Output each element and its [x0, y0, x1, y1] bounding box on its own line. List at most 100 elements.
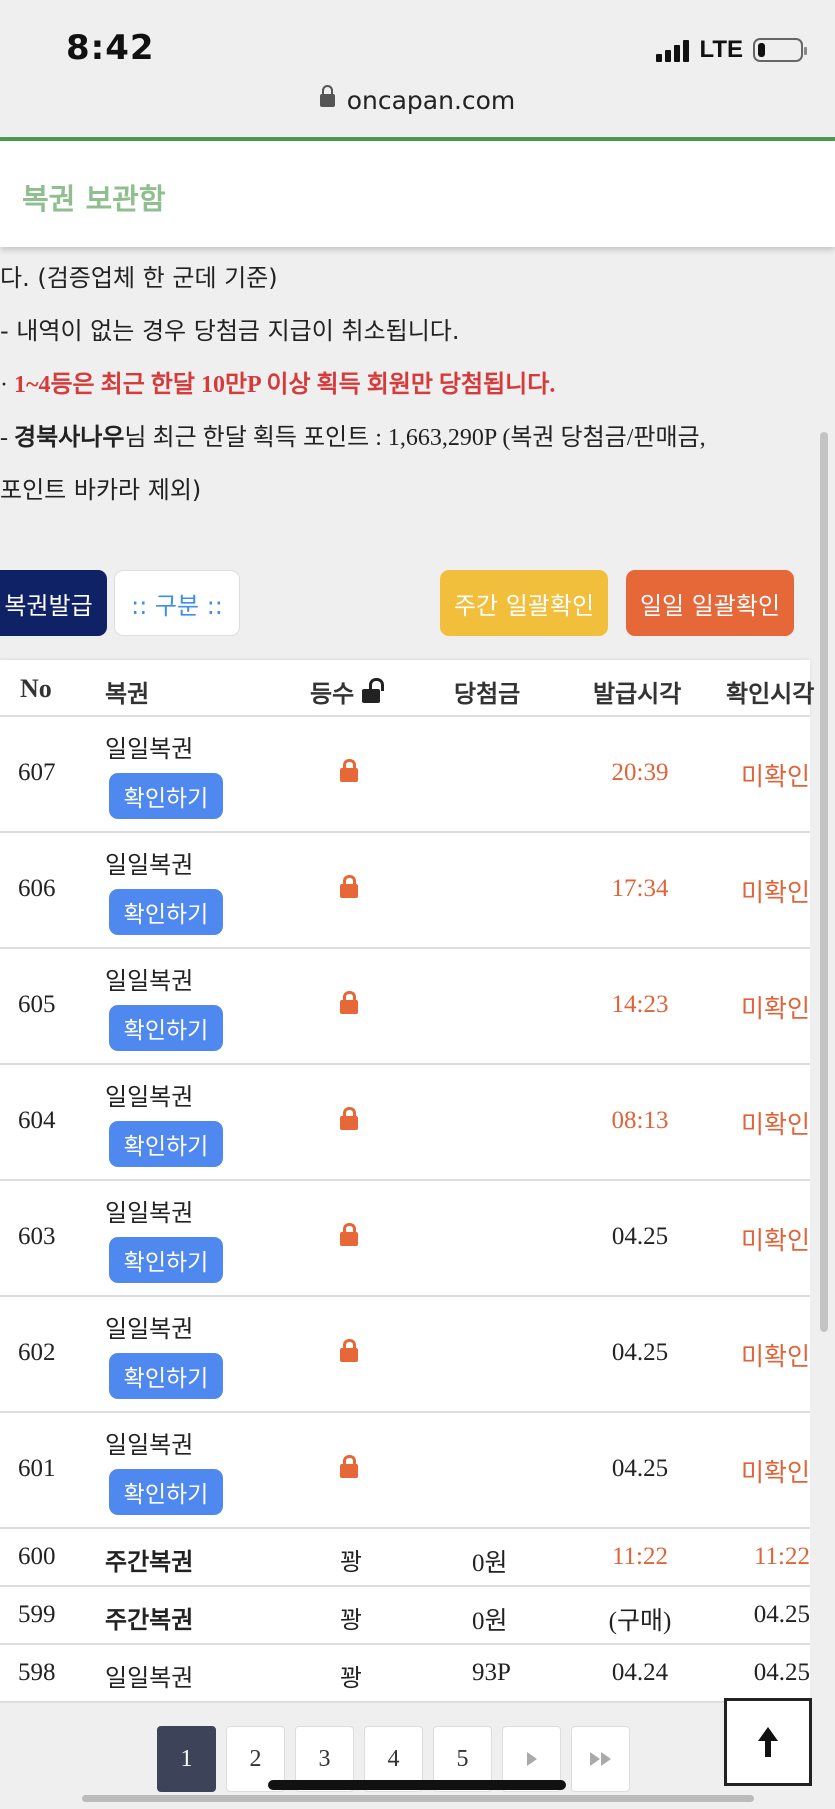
arrow-up-icon — [753, 1727, 783, 1757]
notice-line-5: 포인트 바카라 제외) — [0, 476, 202, 504]
weekly-check-all-button[interactable]: 주간 일괄확인 — [440, 570, 608, 636]
notice-line-3: · 1~4등은 최근 한달 10만P 이상 획득 회원만 당첨됩니다. — [0, 364, 555, 399]
lock-icon — [340, 759, 358, 782]
notice-line-1: 다. (검증업체 한 군데 기준) — [0, 264, 278, 292]
table-row: 603 일일복권 확인하기 04.25 미확인 — [0, 1181, 810, 1297]
status-time: 8:42 — [66, 28, 155, 68]
row-no: 598 — [18, 1659, 56, 1686]
page-header: 복권 보관함 — [0, 141, 835, 247]
row-issued-time: 04.25 — [611, 1223, 669, 1250]
last-page-button[interactable] — [571, 1726, 630, 1792]
row-checked-time: 미확인 — [740, 1226, 810, 1255]
battery-icon — [753, 38, 807, 62]
row-rank — [340, 991, 358, 1014]
row-rank — [340, 1339, 358, 1362]
row-ticket: 주간복권 — [105, 1548, 194, 1576]
row-ticket: 주간복권 — [105, 1606, 194, 1634]
chevron-right-icon — [526, 1752, 537, 1766]
lock-icon — [340, 1339, 358, 1362]
url-text: oncapan.com — [346, 86, 516, 115]
signal-icon — [656, 38, 690, 62]
home-indicator[interactable] — [268, 1780, 566, 1790]
table-row: 606 일일복권 확인하기 17:34 미확인 — [0, 833, 810, 949]
row-issued-time: 20:39 — [611, 759, 669, 786]
vertical-scrollbar[interactable] — [820, 432, 828, 1332]
notice-warning: 1~4등은 최근 한달 10만P 이상 획득 회원만 당첨됩니다. — [14, 372, 556, 398]
row-checked-time: 11:22 — [753, 1543, 810, 1570]
lock-icon — [319, 85, 335, 107]
table-row: 602 일일복권 확인하기 04.25 미확인 — [0, 1297, 810, 1413]
row-no: 606 — [18, 875, 56, 902]
row-ticket: 일일복권 — [105, 1664, 194, 1692]
row-prize: 0원 — [472, 1550, 508, 1577]
row-rank — [340, 1455, 358, 1478]
row-rank — [340, 1223, 358, 1246]
check-ticket-button[interactable]: 확인하기 — [109, 1469, 223, 1515]
table-row: 600 주간복권 꽝 0원 11:22 11:22 — [0, 1529, 810, 1587]
horizontal-scrollbar[interactable] — [82, 1795, 754, 1802]
row-rank — [340, 875, 358, 898]
status-indicators: LTE — [656, 36, 807, 64]
table-row: 598 일일복권 꽝 93P 04.24 04.25 — [0, 1645, 810, 1703]
header-prize: 당첨금 — [454, 680, 521, 708]
row-ticket: 일일복권 — [105, 1199, 194, 1227]
lock-icon — [340, 1107, 358, 1130]
page-1-button[interactable]: 1 — [157, 1726, 216, 1792]
row-rank: 꽝 — [340, 1606, 363, 1634]
check-ticket-button[interactable]: 확인하기 — [109, 1005, 223, 1051]
double-chevron-right-icon — [590, 1752, 611, 1766]
row-no: 599 — [18, 1601, 56, 1628]
row-issued-time: 04.24 — [611, 1659, 669, 1686]
row-ticket: 일일복권 — [105, 1315, 194, 1343]
row-checked-time: 미확인 — [740, 1458, 810, 1487]
row-checked-time: 미확인 — [740, 1342, 810, 1371]
table-row: 605 일일복권 확인하기 14:23 미확인 — [0, 949, 810, 1065]
row-prize: 93P — [472, 1659, 511, 1686]
row-no: 607 — [18, 759, 56, 786]
notice-line-4: - 경북사나우님 최근 한달 획득 포인트 : 1,663,290P (복권 당… — [0, 417, 706, 452]
row-checked-time: 04.25 — [753, 1659, 810, 1686]
daily-check-all-button[interactable]: 일일 일괄확인 — [626, 570, 794, 636]
row-no: 605 — [18, 991, 56, 1018]
address-bar[interactable]: oncapan.com — [0, 85, 835, 115]
row-no: 603 — [18, 1223, 56, 1250]
unlock-icon[interactable] — [362, 677, 385, 703]
row-issued-time: 11:22 — [611, 1543, 669, 1570]
check-ticket-button[interactable]: 확인하기 — [109, 1121, 223, 1167]
issue-ticket-button[interactable]: 복권발급 — [0, 570, 107, 636]
notice-dash: - — [0, 425, 14, 451]
header-rank-label: 등수 — [310, 680, 355, 708]
network-type: LTE — [699, 36, 743, 63]
row-issued-time: 04.25 — [611, 1339, 669, 1366]
check-ticket-button[interactable]: 확인하기 — [109, 1237, 223, 1283]
header-rank[interactable]: 등수 — [310, 674, 385, 709]
row-checked-time: 04.25 — [753, 1601, 810, 1628]
notice-username: 경북사나우 — [14, 425, 125, 451]
notice-bullet: · — [0, 372, 14, 398]
row-ticket: 일일복권 — [105, 1083, 194, 1111]
row-no: 600 — [18, 1543, 56, 1570]
header-no: No — [20, 674, 52, 703]
row-ticket: 일일복권 — [105, 1431, 194, 1459]
row-ticket: 일일복권 — [105, 735, 194, 763]
header-checked-time: 확인시각 — [726, 680, 815, 708]
row-no: 604 — [18, 1107, 56, 1134]
lock-icon — [340, 1455, 358, 1478]
category-select[interactable]: :: 구분 :: — [114, 570, 240, 636]
check-ticket-button[interactable]: 확인하기 — [109, 889, 223, 935]
notice-line-2: - 내역이 없는 경우 당첨금 지급이 취소됩니다. — [0, 317, 460, 345]
scroll-to-top-button[interactable] — [724, 1698, 812, 1786]
lock-icon — [340, 875, 358, 898]
table-row: 607 일일복권 확인하기 20:39 미확인 — [0, 717, 810, 833]
row-issued-time: 04.25 — [611, 1455, 669, 1482]
check-ticket-button[interactable]: 확인하기 — [109, 1353, 223, 1399]
table-row: 604 일일복권 확인하기 08:13 미확인 — [0, 1065, 810, 1181]
row-issued-time: 14:23 — [611, 991, 669, 1018]
check-ticket-button[interactable]: 확인하기 — [109, 773, 223, 819]
row-checked-time: 미확인 — [740, 762, 810, 791]
header-issued-time: 발급시각 — [593, 680, 682, 708]
table-row: 599 주간복권 꽝 0원 (구매) 04.25 — [0, 1587, 810, 1645]
ticket-table: No 복권 등수 당첨금 발급시각 확인시각 607 일일복권 확인하기 20:… — [0, 660, 814, 1703]
row-checked-time: 미확인 — [740, 878, 810, 907]
row-checked-time: 미확인 — [740, 1110, 810, 1139]
